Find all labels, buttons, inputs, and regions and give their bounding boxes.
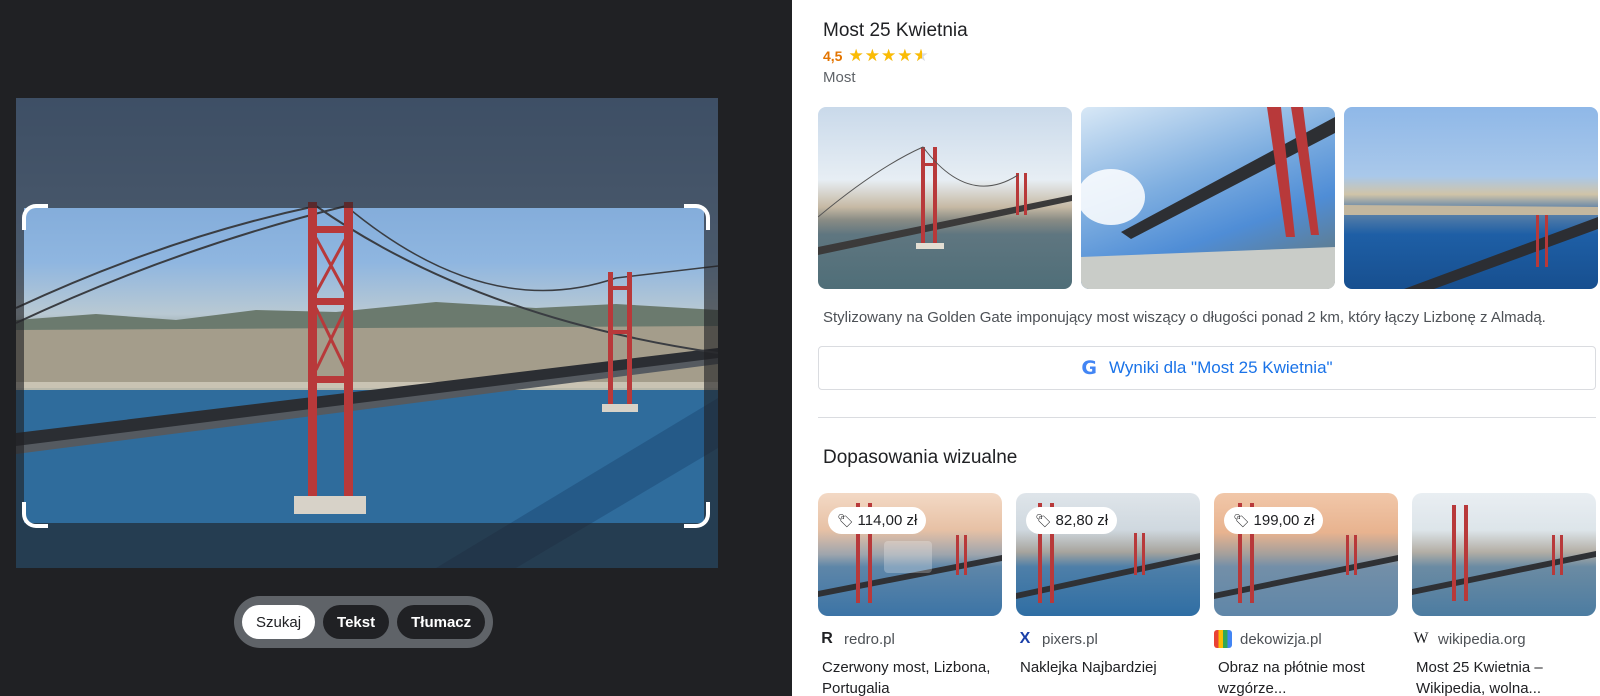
price-label: 82,80 zł <box>1055 512 1109 529</box>
entity-description: Stylizowany na Golden Gate imponujący mo… <box>823 309 1546 326</box>
match-title[interactable]: Czerwony most, Lizbona, Portugalia <box>818 657 1002 696</box>
match-source[interactable]: X pixers.pl <box>1016 628 1200 650</box>
lens-image-pane: Szukaj Tekst Tłumacz <box>0 0 792 696</box>
entity-rating: 4,5 ★★★★★ ★★★★★ <box>823 47 930 64</box>
match-thumbnail[interactable] <box>1412 493 1596 616</box>
crop-handle-bottom-left[interactable] <box>22 502 48 528</box>
price-badge: 🏷 114,00 zł <box>828 507 927 534</box>
price-badge: 🏷 82,80 zł <box>1026 507 1118 534</box>
price-tag-icon: 🏷 <box>1035 512 1052 528</box>
visual-matches-list: 🏷 114,00 zł R redro.pl Czerwony most, Li… <box>818 493 1596 696</box>
section-divider <box>818 417 1596 418</box>
entity-gallery <box>818 107 1598 289</box>
search-results-button[interactable]: G Wyniki dla "Most 25 Kwietnia" <box>818 346 1596 390</box>
source-name: dekowizja.pl <box>1240 630 1322 648</box>
price-label: 199,00 zł <box>1253 512 1315 529</box>
match-title[interactable]: Most 25 Kwietnia – Wikipedia, wolna... <box>1412 657 1596 696</box>
visual-matches-title: Dopasowania wizualne <box>823 447 1018 468</box>
google-logo-icon: G <box>1081 357 1098 379</box>
visual-match-card[interactable]: 🏷 82,80 zł X pixers.pl Naklejka Najbardz… <box>1016 493 1200 696</box>
price-label: 114,00 zł <box>857 512 918 529</box>
crop-mask-bottom <box>16 523 718 568</box>
source-name: pixers.pl <box>1042 630 1098 648</box>
match-thumbnail[interactable]: 🏷 82,80 zł <box>1016 493 1200 616</box>
results-pane: Most 25 Kwietnia 4,5 ★★★★★ ★★★★★ Most <box>792 0 1600 696</box>
mode-search-button[interactable]: Szukaj <box>242 605 316 639</box>
match-source[interactable]: dekowizja.pl <box>1214 628 1398 650</box>
lens-mode-switcher: Szukaj Tekst Tłumacz <box>234 596 494 648</box>
crop-handle-top-left[interactable] <box>22 204 48 230</box>
redro-logo-icon: R <box>821 630 833 647</box>
search-results-label: Wyniki dla "Most 25 Kwietnia" <box>1109 358 1333 377</box>
crop-mask-top <box>16 98 718 208</box>
crop-mask-left <box>16 208 24 523</box>
match-title[interactable]: Obraz na płótnie most wzgórze... <box>1214 657 1398 696</box>
crop-mask-right <box>704 208 718 523</box>
source-name: wikipedia.org <box>1438 630 1526 648</box>
pixers-logo-icon: X <box>1019 630 1031 647</box>
match-title[interactable]: Naklejka Najbardziej <box>1016 657 1200 678</box>
entity-title: Most 25 Kwietnia <box>823 20 968 41</box>
dekowizja-logo-icon <box>1214 630 1232 648</box>
visual-match-card[interactable]: 🏷 199,00 zł dekowizja.pl Obraz na płótni… <box>1214 493 1398 696</box>
match-thumbnail[interactable]: 🏷 199,00 zł <box>1214 493 1398 616</box>
match-thumbnail[interactable]: 🏷 114,00 zł <box>818 493 1002 616</box>
crop-handle-top-right[interactable] <box>684 204 710 230</box>
price-tag-icon: 🏷 <box>837 512 854 528</box>
source-photo[interactable] <box>16 98 718 568</box>
gallery-image-3[interactable] <box>1344 107 1598 289</box>
gallery-image-1[interactable] <box>818 107 1072 289</box>
match-source[interactable]: W wikipedia.org <box>1412 628 1596 650</box>
star-rating-icon: ★★★★★ ★★★★★ <box>848 46 930 65</box>
rating-value: 4,5 <box>823 47 843 64</box>
price-tag-icon: 🏷 <box>1233 512 1250 528</box>
entity-type: Most <box>823 69 856 86</box>
match-source[interactable]: R redro.pl <box>818 628 1002 650</box>
mode-text-button[interactable]: Tekst <box>323 605 390 639</box>
price-badge: 🏷 199,00 zł <box>1224 507 1324 534</box>
visual-match-card[interactable]: W wikipedia.org Most 25 Kwietnia – Wikip… <box>1412 493 1596 696</box>
source-name: redro.pl <box>844 630 895 648</box>
mode-translate-button[interactable]: Tłumacz <box>397 605 486 639</box>
wikipedia-logo-icon: W <box>1413 630 1429 647</box>
visual-match-card[interactable]: 🏷 114,00 zł R redro.pl Czerwony most, Li… <box>818 493 1002 696</box>
gallery-image-2[interactable] <box>1081 107 1335 289</box>
